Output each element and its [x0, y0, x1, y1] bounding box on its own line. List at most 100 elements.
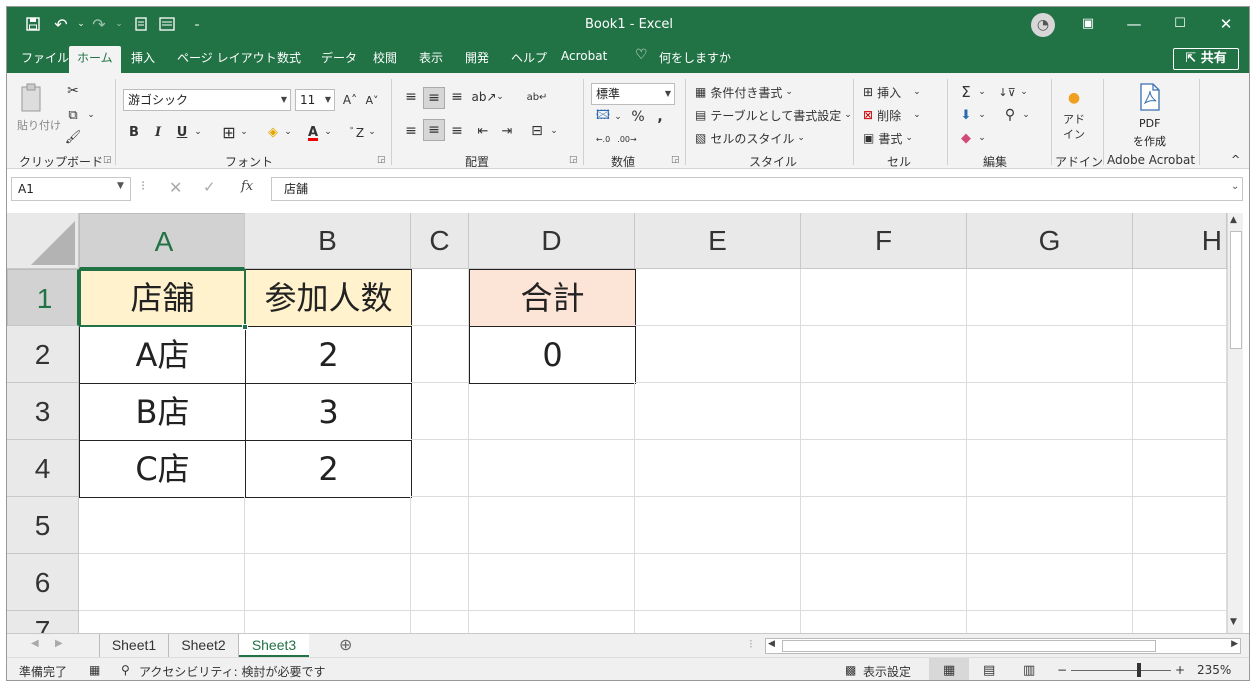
- scroll-down-icon[interactable]: ▼: [1230, 617, 1237, 627]
- user-avatar-icon[interactable]: ◔: [1031, 13, 1055, 37]
- prev-sheet-icon[interactable]: ◀: [31, 638, 39, 649]
- insert-function-icon[interactable]: fx: [241, 179, 253, 194]
- borders-icon[interactable]: ⊞: [219, 121, 239, 143]
- orientation-icon[interactable]: ab↗: [471, 87, 496, 107]
- wrap-text-icon[interactable]: ab↵: [527, 85, 548, 109]
- bold-button[interactable]: B: [125, 121, 143, 143]
- cell-h3[interactable]: [1133, 383, 1227, 440]
- format-painter-icon[interactable]: 🖌: [63, 127, 83, 147]
- tab-insert[interactable]: 挿入: [131, 49, 155, 66]
- cell-c7[interactable]: [411, 611, 469, 633]
- cell-a4[interactable]: C店: [79, 440, 246, 498]
- clipboard-launcher-icon[interactable]: ◲: [103, 155, 112, 165]
- cell-b7[interactable]: [245, 611, 411, 633]
- column-header-f[interactable]: F: [801, 213, 967, 269]
- cell-d2[interactable]: 0: [469, 326, 636, 384]
- name-box-dropdown-icon[interactable]: ▼: [117, 181, 124, 191]
- add-sheet-icon[interactable]: ⊕: [339, 635, 352, 654]
- chevron-down-icon[interactable]: ⌄: [193, 121, 203, 143]
- cell-b2[interactable]: 2: [245, 326, 412, 384]
- chevron-down-icon[interactable]: ⌄: [283, 121, 293, 143]
- font-color-icon[interactable]: A: [303, 121, 323, 143]
- chevron-down-icon[interactable]: ⌄: [977, 106, 987, 124]
- cancel-icon[interactable]: ✕: [169, 178, 182, 197]
- cell-f5[interactable]: [801, 497, 967, 554]
- horizontal-scroll-thumb[interactable]: [782, 640, 1156, 652]
- cell-e2[interactable]: [635, 326, 801, 383]
- cell-e5[interactable]: [635, 497, 801, 554]
- cell-e1[interactable]: [635, 269, 801, 326]
- zoom-slider[interactable]: [1071, 670, 1171, 671]
- percent-icon[interactable]: %: [629, 107, 647, 127]
- create-pdf-line1[interactable]: PDF: [1139, 117, 1160, 130]
- chevron-down-icon[interactable]: ⌄: [549, 121, 559, 141]
- zoom-slider-thumb[interactable]: [1137, 663, 1141, 677]
- cell-g5[interactable]: [967, 497, 1133, 554]
- cell-h6[interactable]: [1133, 554, 1227, 611]
- italic-button[interactable]: I: [149, 121, 167, 143]
- horizontal-scrollbar[interactable]: ◀ ▶: [765, 638, 1241, 654]
- increase-font-icon[interactable]: A˄: [341, 89, 359, 111]
- align-right-icon[interactable]: ≡: [447, 121, 467, 141]
- currency-icon[interactable]: 🖾: [593, 107, 613, 127]
- splitter-icon[interactable]: ⁝: [749, 637, 753, 651]
- column-header-a[interactable]: A: [79, 213, 245, 269]
- chevron-down-icon[interactable]: ⌄: [495, 87, 505, 107]
- find-select-icon[interactable]: ⚲: [1001, 106, 1019, 124]
- share-button[interactable]: ⇱ 共有: [1173, 48, 1239, 70]
- cell-b1[interactable]: 参加人数: [245, 269, 412, 327]
- font-name-select[interactable]: 游ゴシック ▼: [123, 89, 291, 111]
- insert-cells-button[interactable]: ⊞ 挿入 ⌄: [863, 83, 921, 101]
- cell-b4[interactable]: 2: [245, 440, 412, 498]
- accessibility-icon[interactable]: ⚲: [121, 663, 130, 677]
- cell-d3[interactable]: [469, 383, 635, 440]
- column-header-d[interactable]: D: [469, 213, 635, 269]
- collapse-ribbon-icon[interactable]: ^: [1231, 153, 1240, 166]
- cell-g2[interactable]: [967, 326, 1133, 383]
- cell-f1[interactable]: [801, 269, 967, 326]
- page-layout-view-icon[interactable]: ▤: [983, 663, 995, 678]
- pdf-icon[interactable]: [1137, 83, 1163, 111]
- align-top-icon[interactable]: ≡: [401, 87, 421, 107]
- row-header-3[interactable]: 3: [7, 383, 79, 440]
- name-box[interactable]: A1: [11, 177, 131, 201]
- chevron-down-icon[interactable]: ⌄: [323, 121, 333, 143]
- row-header-2[interactable]: 2: [7, 326, 79, 383]
- copy-icon[interactable]: ⧉: [63, 105, 83, 125]
- cell-a3[interactable]: B店: [79, 383, 246, 441]
- macro-record-icon[interactable]: ▦: [89, 663, 100, 677]
- chevron-down-icon[interactable]: ⌄: [1019, 83, 1029, 101]
- cell-d1[interactable]: 合計: [469, 269, 636, 327]
- fill-color-icon[interactable]: ◈: [263, 121, 283, 143]
- conditional-formatting-button[interactable]: ▦ 条件付き書式 ⌄: [695, 83, 793, 101]
- clear-icon[interactable]: ◆: [957, 129, 975, 147]
- cell-c3[interactable]: [411, 383, 469, 440]
- sheet-tab-2[interactable]: Sheet2: [169, 634, 239, 658]
- row-header-5[interactable]: 5: [7, 497, 79, 554]
- column-header-h[interactable]: H: [1133, 213, 1227, 269]
- cell-h4[interactable]: [1133, 440, 1227, 497]
- fill-handle[interactable]: [242, 324, 248, 330]
- cell-a2[interactable]: A店: [79, 326, 246, 384]
- cell-c1[interactable]: [411, 269, 469, 326]
- cell-g4[interactable]: [967, 440, 1133, 497]
- accessibility-status[interactable]: アクセシビリティ: 検討が必要です: [139, 663, 326, 680]
- phonetic-icon[interactable]: ﾞ‍Z: [347, 121, 367, 143]
- number-launcher-icon[interactable]: ◲: [671, 155, 680, 165]
- close-icon[interactable]: ✕: [1211, 13, 1241, 37]
- format-cells-button[interactable]: ▣ 書式 ⌄: [863, 129, 913, 147]
- align-left-icon[interactable]: ≡: [401, 121, 421, 141]
- cell-f4[interactable]: [801, 440, 967, 497]
- minimize-icon[interactable]: —: [1119, 13, 1149, 37]
- cell-f7[interactable]: [801, 611, 967, 633]
- cell-a5[interactable]: [79, 497, 245, 554]
- addins-button[interactable]: アド イン: [1057, 111, 1091, 143]
- expand-formula-bar-icon[interactable]: ⌄: [1231, 181, 1239, 192]
- paste-icon[interactable]: [17, 83, 47, 113]
- vertical-scroll-thumb[interactable]: [1230, 231, 1242, 349]
- cell-b6[interactable]: [245, 554, 411, 611]
- tab-acrobat[interactable]: Acrobat: [561, 49, 607, 63]
- cell-c5[interactable]: [411, 497, 469, 554]
- delete-cells-button[interactable]: ⊠ 削除 ⌄: [863, 106, 921, 124]
- display-settings[interactable]: 表示設定: [863, 663, 911, 680]
